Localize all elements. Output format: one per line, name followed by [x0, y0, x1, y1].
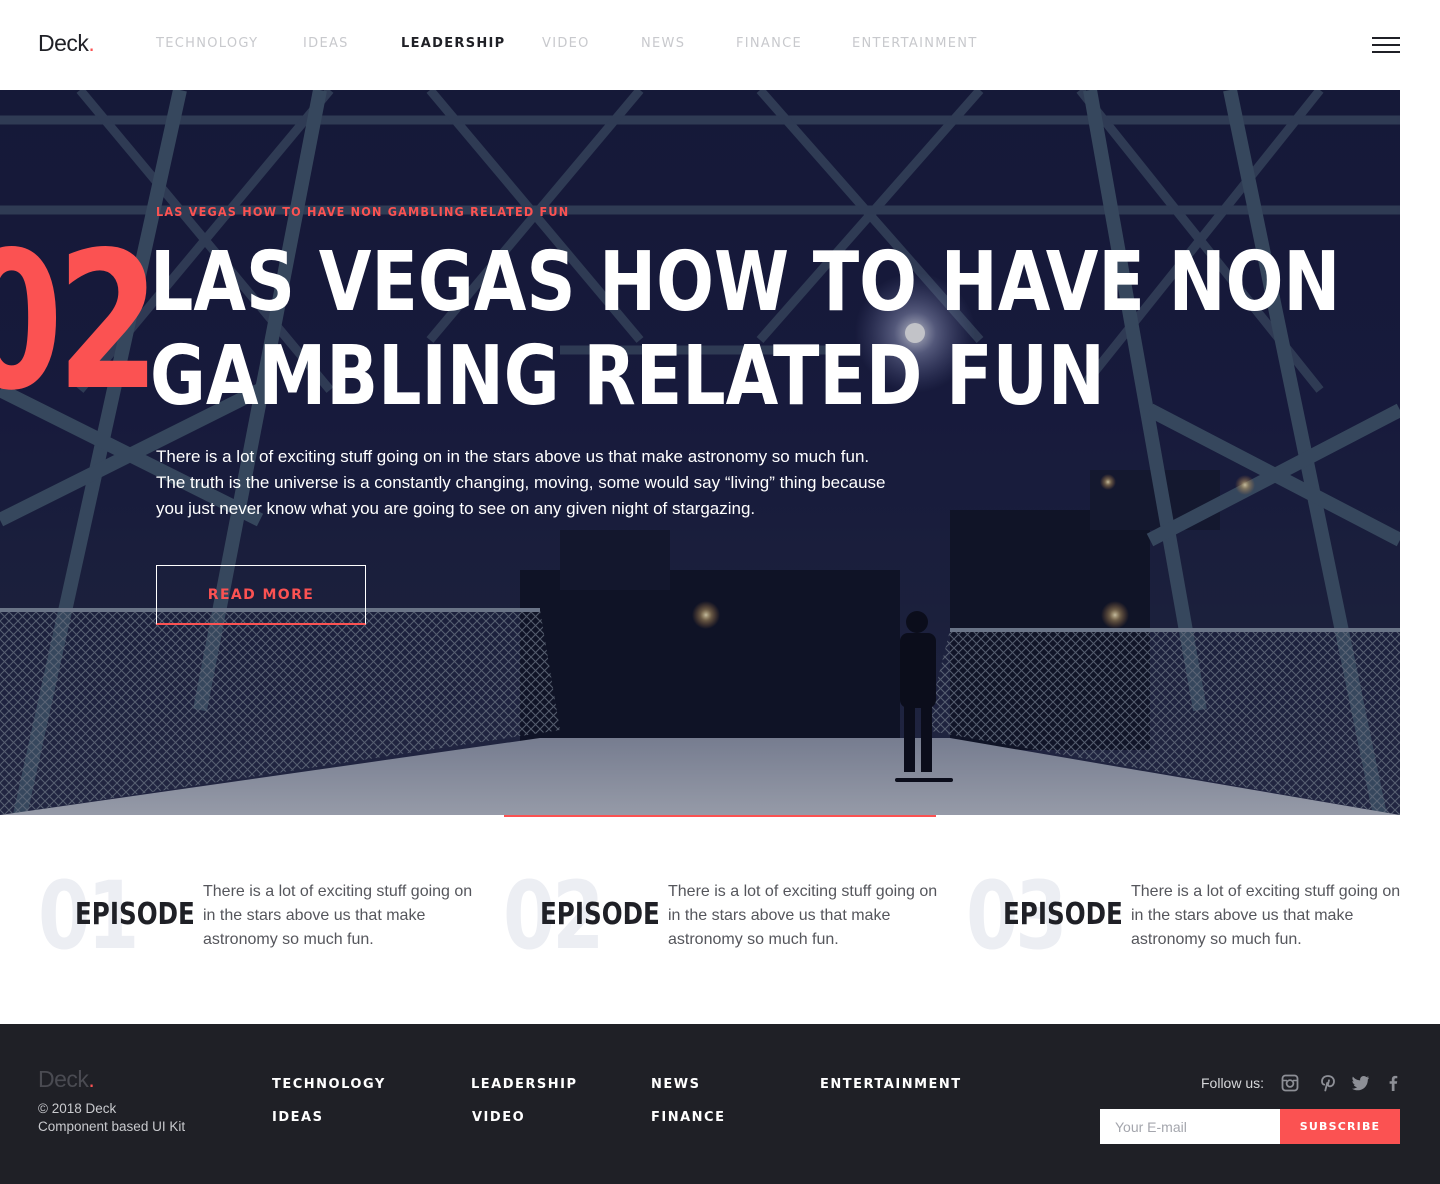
hamburger-menu-icon[interactable] [1372, 36, 1400, 54]
episode-description: There is a lot of exciting stuff going o… [668, 883, 938, 948]
copyright-text: © 2018 Deck [38, 1101, 117, 1116]
tagline-text: Component based UI Kit [38, 1119, 186, 1134]
footer-link-leadership[interactable]: LEADERSHIP [471, 1077, 578, 1092]
nav-item-video[interactable]: VIDEO [542, 36, 590, 51]
nav-item-technology[interactable]: TECHNOLOGY [156, 36, 258, 51]
episode-label: EPISODE [75, 897, 195, 932]
hero-kicker: LAS VEGAS HOW TO HAVE NON GAMBLING RELAT… [156, 204, 570, 219]
episode-card-2[interactable]: 02 EPISODE There is a lot of exciting st… [503, 862, 937, 972]
subscribe-button[interactable]: SUBSCRIBE [1280, 1109, 1400, 1144]
slider-progress-indicator[interactable] [504, 815, 936, 817]
newsletter-email-input[interactable] [1100, 1109, 1280, 1144]
site-logo[interactable]: Deck. [38, 30, 95, 57]
hero-slide-number: 02 [0, 211, 160, 432]
nav-item-leadership[interactable]: LEADERSHIP [401, 36, 506, 51]
episode-description: There is a lot of exciting stuff going o… [203, 883, 473, 948]
episode-card-1[interactable]: 01 EPISODE There is a lot of exciting st… [38, 862, 472, 972]
twitter-icon[interactable] [1352, 1074, 1370, 1092]
footer-copyright: © 2018 Deck Component based UI Kit [38, 1100, 185, 1136]
follow-us-label: Follow us: [1201, 1075, 1265, 1091]
nav-item-finance[interactable]: FINANCE [736, 36, 802, 51]
instagram-icon[interactable] [1281, 1074, 1299, 1092]
hero-description: There is a lot of exciting stuff going o… [156, 447, 886, 518]
facebook-icon[interactable] [1384, 1074, 1402, 1092]
footer-link-ideas[interactable]: IDEAS [272, 1110, 323, 1125]
footer-link-news[interactable]: NEWS [651, 1077, 700, 1092]
episode-label: EPISODE [540, 897, 660, 932]
hero-title-line-1: LAS VEGAS HOW TO HAVE NON [150, 235, 1341, 330]
footer-logo[interactable]: Deck. [38, 1066, 95, 1093]
hero-title: LAS VEGAS HOW TO HAVE NON GAMBLING RELAT… [150, 235, 1341, 424]
footer-link-video[interactable]: VIDEO [472, 1110, 525, 1125]
read-more-button[interactable]: READ MORE [156, 565, 366, 625]
hero-slide: LAS VEGAS HOW TO HAVE NON GAMBLING RELAT… [0, 90, 1400, 815]
episode-description: There is a lot of exciting stuff going o… [1131, 883, 1401, 948]
site-header: Deck. TECHNOLOGY IDEAS LEADERSHIP VIDEO … [0, 0, 1440, 90]
episode-label: EPISODE [1003, 897, 1123, 932]
nav-item-ideas[interactable]: IDEAS [303, 36, 349, 51]
footer-link-entertainment[interactable]: ENTERTAINMENT [820, 1077, 962, 1092]
pinterest-icon[interactable] [1319, 1074, 1337, 1092]
hero-title-line-2: GAMBLING RELATED FUN [150, 329, 1105, 424]
nav-item-entertainment[interactable]: ENTERTAINMENT [852, 36, 978, 51]
footer-link-finance[interactable]: FINANCE [651, 1110, 725, 1125]
footer-link-technology[interactable]: TECHNOLOGY [272, 1077, 386, 1092]
nav-item-news[interactable]: NEWS [641, 36, 685, 51]
episode-card-3[interactable]: 03 EPISODE There is a lot of exciting st… [966, 862, 1400, 972]
site-footer: Deck. © 2018 Deck Component based UI Kit… [0, 1024, 1440, 1184]
